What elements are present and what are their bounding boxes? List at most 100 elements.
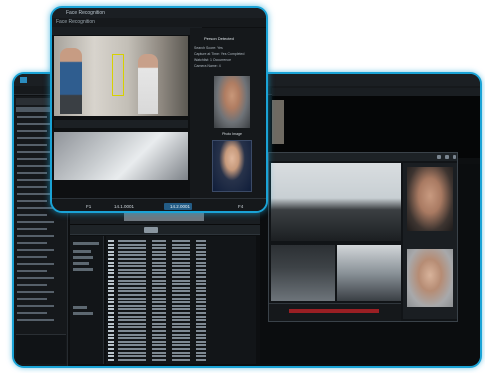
sidebar-item[interactable] bbox=[17, 123, 54, 125]
sidebar-item[interactable] bbox=[17, 158, 47, 160]
table-cell bbox=[172, 312, 190, 314]
sidebar-item[interactable] bbox=[17, 144, 47, 146]
table-cell bbox=[118, 250, 146, 253]
sidebar-item[interactable] bbox=[17, 291, 54, 293]
sidebar-item[interactable] bbox=[17, 130, 47, 132]
camera-feed-b[interactable] bbox=[337, 245, 401, 301]
sidebar-item[interactable] bbox=[17, 277, 54, 279]
maximize-icon[interactable] bbox=[445, 155, 449, 159]
table-row[interactable] bbox=[108, 304, 254, 307]
sidebar-item[interactable] bbox=[17, 151, 54, 153]
table-row[interactable] bbox=[108, 272, 254, 275]
sidebar-item[interactable] bbox=[17, 305, 54, 307]
table-row[interactable] bbox=[108, 254, 254, 257]
table-cell bbox=[152, 297, 166, 300]
table-row[interactable] bbox=[108, 322, 254, 325]
camera-feed-a[interactable] bbox=[271, 245, 335, 301]
filter-option[interactable] bbox=[73, 256, 93, 259]
table-row[interactable] bbox=[108, 243, 254, 246]
table-cell bbox=[152, 276, 166, 278]
table-row[interactable] bbox=[108, 301, 254, 304]
sidebar-item[interactable] bbox=[17, 263, 54, 265]
live-video-feed[interactable] bbox=[271, 163, 401, 241]
table-row[interactable] bbox=[108, 308, 254, 311]
detected-face-photo[interactable] bbox=[407, 167, 453, 231]
table-row[interactable] bbox=[108, 261, 254, 264]
table-row[interactable] bbox=[108, 358, 254, 361]
table-row[interactable] bbox=[108, 330, 254, 332]
sidebar-item[interactable] bbox=[17, 116, 47, 118]
captured-face-photo[interactable] bbox=[214, 76, 250, 128]
filter-option[interactable] bbox=[73, 250, 91, 253]
sidebar-item[interactable] bbox=[17, 200, 47, 202]
table-row[interactable] bbox=[108, 240, 254, 242]
sidebar-item[interactable] bbox=[17, 179, 54, 181]
sidebar-item[interactable] bbox=[17, 312, 47, 314]
sidebar-item[interactable] bbox=[17, 172, 47, 174]
reference-face-photo[interactable] bbox=[212, 140, 252, 192]
sidebar-item[interactable] bbox=[17, 193, 54, 195]
sidebar-item[interactable] bbox=[17, 256, 47, 258]
results-toolbar-button[interactable] bbox=[144, 227, 158, 233]
close-icon[interactable] bbox=[453, 155, 456, 159]
table-row[interactable] bbox=[108, 250, 254, 253]
table-row[interactable] bbox=[108, 283, 254, 286]
table-row[interactable] bbox=[108, 326, 254, 329]
sidebar-item[interactable] bbox=[17, 165, 54, 167]
table-row[interactable] bbox=[108, 258, 254, 260]
table-row[interactable] bbox=[108, 333, 254, 336]
filter-option[interactable] bbox=[73, 242, 99, 245]
right-thumbnail[interactable] bbox=[272, 100, 284, 144]
table-row[interactable] bbox=[108, 355, 254, 358]
table-row[interactable] bbox=[108, 265, 254, 268]
sidebar-item[interactable] bbox=[17, 228, 47, 230]
sidebar-item[interactable] bbox=[17, 214, 47, 216]
sidebar-item[interactable] bbox=[17, 270, 47, 272]
table-cell bbox=[108, 294, 114, 296]
table-row[interactable] bbox=[108, 319, 254, 322]
sidebar-item[interactable] bbox=[17, 137, 54, 139]
watchlist-face-photo[interactable] bbox=[407, 249, 453, 307]
filter-option[interactable] bbox=[73, 268, 93, 271]
table-row[interactable] bbox=[108, 276, 254, 278]
table-cell bbox=[152, 351, 166, 354]
front-menu-bar[interactable]: Face Recognition bbox=[52, 18, 266, 27]
minimize-icon[interactable] bbox=[437, 155, 441, 159]
camera-view-secondary[interactable] bbox=[54, 132, 188, 180]
table-row[interactable] bbox=[108, 286, 254, 289]
sidebar-item[interactable] bbox=[17, 221, 54, 223]
table-cell bbox=[172, 340, 190, 343]
filter-option[interactable] bbox=[73, 306, 87, 309]
table-cell bbox=[152, 312, 166, 314]
filter-option[interactable] bbox=[73, 312, 93, 315]
sidebar-item[interactable] bbox=[17, 207, 54, 209]
table-row[interactable] bbox=[108, 344, 254, 347]
table-cell bbox=[108, 243, 114, 246]
info-row: Search Score: Yes bbox=[194, 46, 223, 50]
table-row[interactable] bbox=[108, 290, 254, 293]
table-row[interactable] bbox=[108, 348, 254, 350]
table-row[interactable] bbox=[108, 279, 254, 282]
playback-timeline[interactable] bbox=[124, 213, 204, 221]
sidebar-item[interactable] bbox=[17, 249, 54, 251]
table-row[interactable] bbox=[108, 312, 254, 314]
sidebar-item[interactable] bbox=[17, 186, 47, 188]
table-cell bbox=[196, 250, 206, 253]
sidebar-item[interactable] bbox=[17, 242, 47, 244]
sidebar-item[interactable] bbox=[17, 298, 47, 300]
sidebar-item[interactable] bbox=[17, 284, 47, 286]
filter-option[interactable] bbox=[73, 262, 89, 265]
table-row[interactable] bbox=[108, 337, 254, 340]
table-row[interactable] bbox=[108, 294, 254, 296]
table-row[interactable] bbox=[108, 315, 254, 318]
sidebar-item[interactable] bbox=[17, 319, 54, 321]
table-row[interactable] bbox=[108, 297, 254, 300]
table-row[interactable] bbox=[108, 340, 254, 343]
table-row[interactable] bbox=[108, 351, 254, 354]
timeline-range[interactable] bbox=[289, 309, 379, 313]
table-row[interactable] bbox=[108, 268, 254, 271]
table-row[interactable] bbox=[108, 247, 254, 250]
table-cell bbox=[196, 322, 206, 325]
table-cell bbox=[118, 279, 146, 282]
sidebar-item[interactable] bbox=[17, 235, 54, 237]
